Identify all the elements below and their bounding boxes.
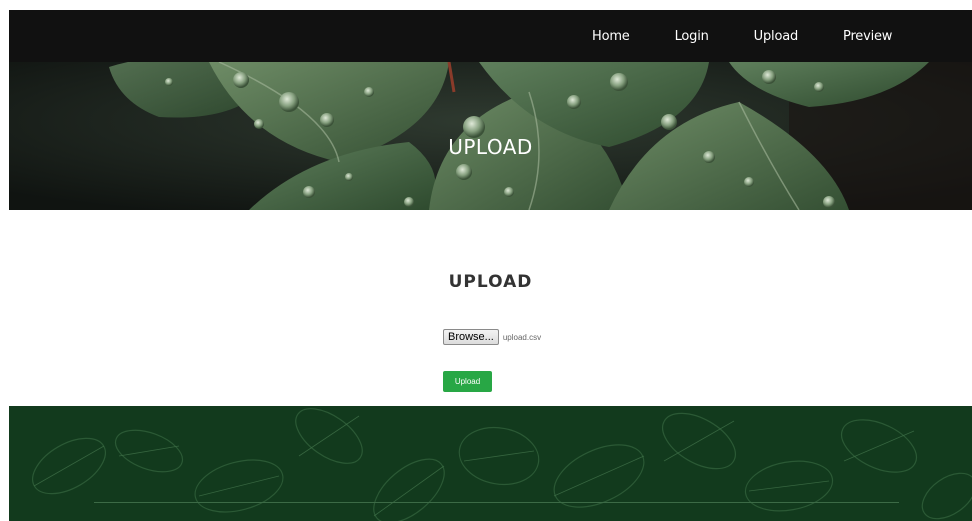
- navbar: Home Login Upload Preview: [9, 10, 972, 62]
- footer-divider: [94, 502, 899, 503]
- upload-button[interactable]: Upload: [443, 371, 492, 392]
- nav-upload-link[interactable]: Upload: [754, 29, 799, 44]
- nav-preview-link[interactable]: Preview: [843, 29, 892, 44]
- page: Home Login Upload Preview UPLOAD UPLOAD …: [9, 10, 972, 521]
- footer-leaf-pattern: [9, 406, 972, 521]
- hero-title: UPLOAD: [448, 135, 533, 159]
- footer: [9, 406, 972, 521]
- hero-banner: UPLOAD: [9, 62, 972, 210]
- selected-file-name: upload.csv: [502, 332, 542, 342]
- file-input[interactable]: Browse... upload.csv: [443, 329, 541, 345]
- nav-login-link[interactable]: Login: [675, 29, 709, 44]
- browse-button[interactable]: Browse...: [443, 329, 499, 345]
- nav-menu: Home Login Upload Preview: [592, 10, 937, 62]
- upload-heading: UPLOAD: [448, 272, 533, 292]
- nav-home-link[interactable]: Home: [592, 29, 630, 44]
